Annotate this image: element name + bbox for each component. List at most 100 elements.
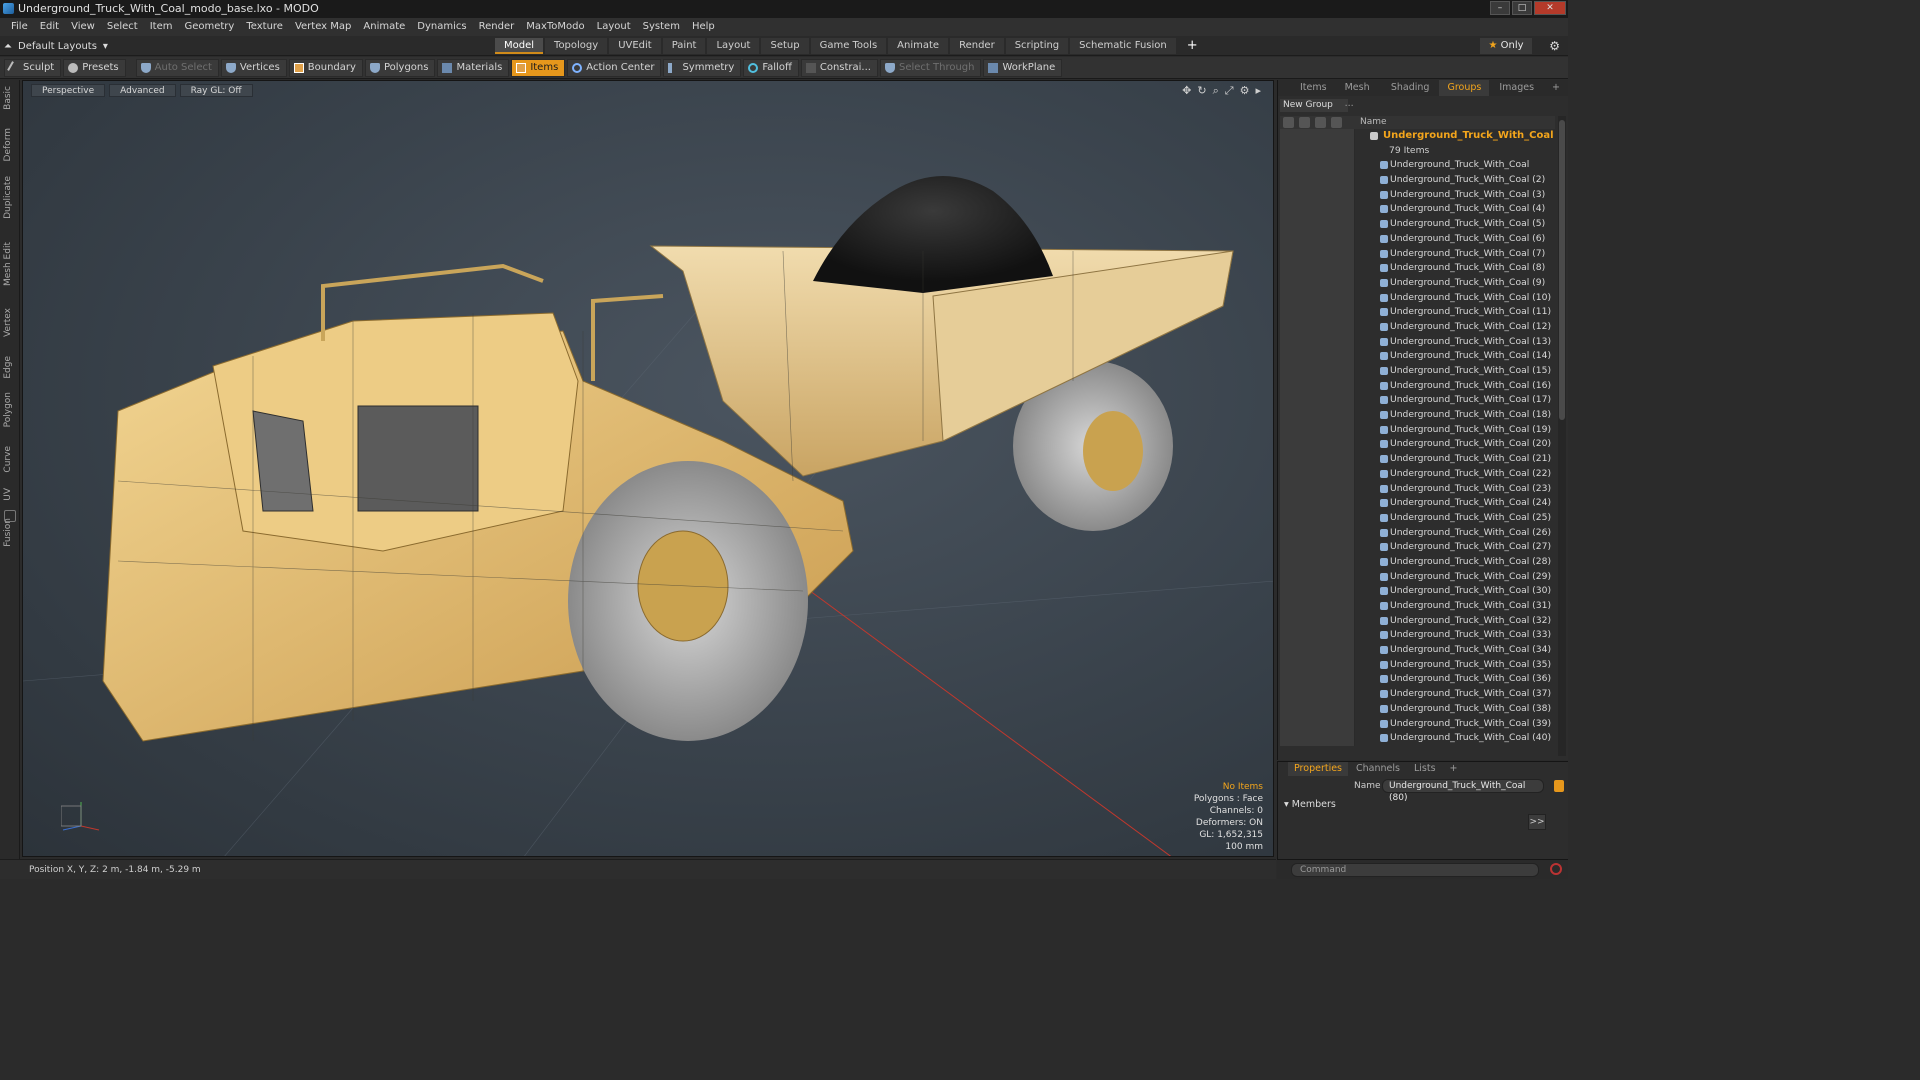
tab-paint[interactable]: Paint [662,38,706,54]
name-field[interactable]: Underground_Truck_With_Coal (80) [1382,779,1544,803]
row-visibility-cells[interactable] [1280,672,1355,688]
tooltab-basic[interactable]: Basic [3,86,17,110]
fit-icon[interactable]: ⤢ [1225,84,1234,98]
row-visibility-cells[interactable] [1280,173,1355,188]
panel-tab-items[interactable]: Items [1292,80,1335,96]
group-item-row[interactable]: Underground_Truck_With_Coal (30) [1280,584,1555,599]
layouts-dropdown[interactable]: ⏶ Default Layouts ▾ [4,38,108,54]
group-item-row[interactable]: Underground_Truck_With_Coal (18) [1280,408,1555,423]
props-tab-channels[interactable]: Channels [1350,762,1406,776]
panel-tab-shading[interactable]: Shading [1383,80,1438,96]
tooltab-fusion[interactable]: Fusion [3,518,17,547]
viewport-settings-icon[interactable]: ⚙ [1240,84,1250,98]
selectable-icon[interactable] [1331,117,1342,128]
perspective-button[interactable]: Perspective [31,84,106,97]
group-item-row[interactable]: Underground_Truck_With_Coal (4) [1280,202,1555,218]
tooltab-edge[interactable]: Edge [3,356,17,379]
render-toggle-icon[interactable] [1299,117,1310,128]
tooltab-curve[interactable]: Curve [3,446,17,473]
row-visibility-cells[interactable] [1280,217,1355,232]
row-visibility-cells[interactable] [1280,731,1355,746]
group-item-row[interactable]: Underground_Truck_With_Coal (31) [1280,599,1555,614]
tooltab-vertex[interactable]: Vertex [3,308,17,337]
menu-item[interactable]: Item [144,18,179,36]
add-tab-button[interactable]: + [1178,38,1207,54]
raygl-button[interactable]: Ray GL: Off [179,84,253,97]
row-visibility-cells[interactable] [1280,628,1355,644]
menu-help[interactable]: Help [686,18,721,36]
symmetry-button[interactable]: Symmetry [663,58,742,77]
row-visibility-cells[interactable] [1280,525,1355,541]
menu-file[interactable]: File [5,18,34,36]
stop-icon[interactable] [1550,863,1562,875]
row-visibility-cells[interactable] [1280,334,1355,350]
row-visibility-cells[interactable] [1280,408,1355,423]
row-visibility-cells[interactable] [1280,422,1355,438]
menu-system[interactable]: System [637,18,686,36]
boundary-button[interactable]: Boundary [288,58,363,77]
menu-select[interactable]: Select [101,18,144,36]
row-visibility-cells[interactable] [1280,319,1355,335]
tab-layout[interactable]: Layout [707,38,760,54]
materials-button[interactable]: Materials [437,58,510,77]
group-item-row[interactable]: Underground_Truck_With_Coal (23) [1280,481,1555,497]
row-visibility-cells[interactable] [1280,378,1355,394]
falloff-button[interactable]: Falloff [743,58,799,77]
group-item-row[interactable]: Underground_Truck_With_Coal (14) [1280,349,1555,364]
members-section[interactable]: ▾ Members [1284,799,1336,810]
group-item-row[interactable]: Underground_Truck_With_Coal (38) [1280,701,1555,717]
group-item-row[interactable]: Underground_Truck_With_Coal (37) [1280,687,1555,702]
add-panel-tab-button[interactable]: + [1544,80,1568,96]
row-visibility-cells[interactable] [1280,599,1355,614]
group-item-row[interactable]: Underground_Truck_With_Coal [1280,158,1555,174]
row-visibility-cells[interactable] [1280,261,1355,276]
row-visibility-cells[interactable] [1280,657,1355,673]
props-tab-properties[interactable]: Properties [1288,762,1349,776]
tab-scripting[interactable]: Scripting [1005,38,1069,54]
group-item-row[interactable]: Underground_Truck_With_Coal (11) [1280,305,1555,320]
panel-tab-groups[interactable]: Groups [1439,80,1490,96]
row-visibility-cells[interactable] [1280,613,1355,629]
group-item-row[interactable]: Underground_Truck_With_Coal (6) [1280,231,1555,247]
advanced-button[interactable]: Advanced [109,84,176,97]
row-visibility-cells[interactable] [1280,554,1355,570]
row-visibility-cells[interactable] [1280,481,1355,497]
group-item-row[interactable]: Underground_Truck_With_Coal (21) [1280,452,1555,467]
row-visibility-cells[interactable] [1280,687,1355,702]
group-item-row[interactable]: Underground_Truck_With_Coal (40) [1280,731,1555,746]
tooltab-duplicate[interactable]: Duplicate [3,176,17,219]
group-item-row[interactable]: Underground_Truck_With_Coal (35) [1280,657,1555,673]
menu-vertex-map[interactable]: Vertex Map [289,18,357,36]
minimize-button[interactable]: – [1490,1,1510,15]
gear-icon[interactable]: ⚙ [1549,39,1560,53]
group-item-row[interactable]: Underground_Truck_With_Coal (17) [1280,393,1555,409]
row-visibility-cells[interactable] [1280,349,1355,364]
panel-tab-images[interactable]: Images [1491,80,1542,96]
group-item-row[interactable]: Underground_Truck_With_Coal (10) [1280,290,1555,306]
group-item-row[interactable]: Underground_Truck_With_Coal (5) [1280,217,1555,232]
action-center-button[interactable]: Action Center [567,58,662,77]
group-item-row[interactable]: Underground_Truck_With_Coal (39) [1280,716,1555,732]
viewport-menu-icon[interactable]: ▸ [1255,84,1261,98]
close-button[interactable]: ✕ [1534,1,1566,15]
group-item-row[interactable]: Underground_Truck_With_Coal (15) [1280,364,1555,379]
props-tab-lists[interactable]: Lists [1408,762,1442,776]
row-visibility-cells[interactable] [1280,202,1355,218]
sculpt-button[interactable]: Sculpt [4,58,62,77]
workplane-button[interactable]: WorkPlane [983,58,1063,77]
row-visibility-cells[interactable] [1280,452,1355,467]
group-item-row[interactable]: Underground_Truck_With_Coal (22) [1280,466,1555,482]
group-item-row[interactable]: Underground_Truck_With_Coal (27) [1280,540,1555,555]
group-item-row[interactable]: Underground_Truck_With_Coal (32) [1280,613,1555,629]
constraints-button[interactable]: Constrai... [800,58,878,77]
group-row[interactable]: Underground_Truck_With_Coal [1280,129,1555,144]
menu-animate[interactable]: Animate [357,18,411,36]
menu-edit[interactable]: Edit [34,18,65,36]
group-item-row[interactable]: Underground_Truck_With_Coal (19) [1280,422,1555,438]
group-item-row[interactable]: Underground_Truck_With_Coal (8) [1280,261,1555,276]
command-input[interactable]: Command [1291,863,1539,877]
group-item-row[interactable]: Underground_Truck_With_Coal (34) [1280,643,1555,658]
group-item-row[interactable]: Underground_Truck_With_Coal (26) [1280,525,1555,541]
row-visibility-cells[interactable] [1280,393,1355,409]
menu-dynamics[interactable]: Dynamics [411,18,472,36]
